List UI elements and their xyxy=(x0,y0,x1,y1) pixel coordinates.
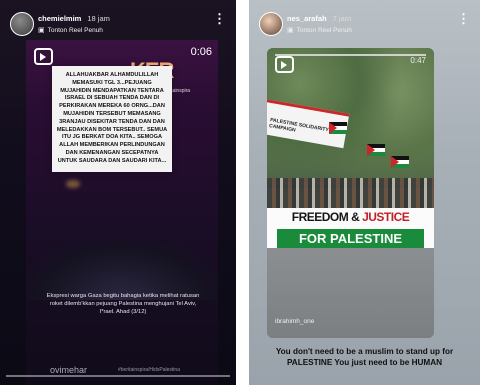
watermark: ovimehar xyxy=(50,365,88,375)
username-text[interactable]: chemielmim xyxy=(38,14,81,23)
video-duration: 0:47 xyxy=(410,56,426,65)
palestine-flag xyxy=(329,122,347,134)
avatar[interactable] xyxy=(259,12,283,36)
reel-icon xyxy=(275,56,294,73)
username-text[interactable]: nes_arafah xyxy=(287,14,327,23)
more-icon[interactable]: ⋮ xyxy=(457,12,470,25)
username[interactable]: nes_arafah 7 jam xyxy=(287,14,351,23)
post-time: 7 jam xyxy=(332,14,351,23)
watermark-small: #beritainspira/HidsPalestina xyxy=(118,367,180,373)
watch-full-reel-label: Tonton Reel Penuh xyxy=(47,27,103,34)
explosion-glow xyxy=(66,180,80,188)
video-progress xyxy=(275,54,426,56)
more-icon[interactable]: ⋮ xyxy=(213,12,226,25)
banner-line-2: FOR PALESTINE xyxy=(277,229,424,248)
reel-icon xyxy=(34,48,53,65)
story-header: nes_arafah 7 jam ▣ Tonton Reel Penuh ⋮ xyxy=(249,0,480,44)
clapper-icon: ▣ xyxy=(287,27,294,34)
reel-video[interactable]: 0:47 PALESTINE SOLIDARITY CAMPAIGN FREED… xyxy=(267,48,434,338)
banner-text-b: JUSTICE xyxy=(362,210,410,224)
progress-bar xyxy=(6,375,230,377)
video-handle: ibrahimh_one xyxy=(275,318,315,325)
username[interactable]: chemielmim 18 jam xyxy=(38,14,110,23)
story-header: chemielmim 18 jam ▣ Tonton Reel Penuh ⋮ xyxy=(0,0,236,44)
reel-video[interactable]: 0:06 KER ◎beritainspira ALLAHUAKBAR ALHA… xyxy=(26,40,218,385)
story-panel-2[interactable]: nes_arafah 7 jam ▣ Tonton Reel Penuh ⋮ 0:4… xyxy=(249,0,480,385)
story-message: ALLAHUAKBAR ALHAMDULILLAH MEMASUKI TGL 3… xyxy=(52,66,172,172)
banner-line-1: FREEDOM & JUSTICE xyxy=(267,210,434,224)
crowd-scene xyxy=(26,240,218,300)
banner-text-a: FREEDOM & xyxy=(291,210,363,224)
avatar[interactable] xyxy=(10,12,34,36)
watch-full-reel-link[interactable]: ▣ Tonton Reel Penuh xyxy=(38,26,103,34)
palestine-flag xyxy=(367,144,385,156)
palestine-flag xyxy=(391,156,409,168)
watch-full-reel-label: Tonton Reel Penuh xyxy=(296,27,352,34)
post-time: 18 jam xyxy=(87,14,110,23)
video-duration: 0:06 xyxy=(190,46,212,58)
clapper-icon: ▣ xyxy=(38,27,45,34)
story-caption: You don't need to be a muslim to stand u… xyxy=(275,347,454,367)
story-panel-1[interactable]: chemielmim 18 jam ▣ Tonton Reel Penuh ⋮ 0:… xyxy=(0,0,236,385)
video-caption: Ekspresi warga Gaza begitu bahagia ketik… xyxy=(46,293,200,315)
watch-full-reel-link[interactable]: ▣ Tonton Reel Penuh xyxy=(287,26,352,34)
